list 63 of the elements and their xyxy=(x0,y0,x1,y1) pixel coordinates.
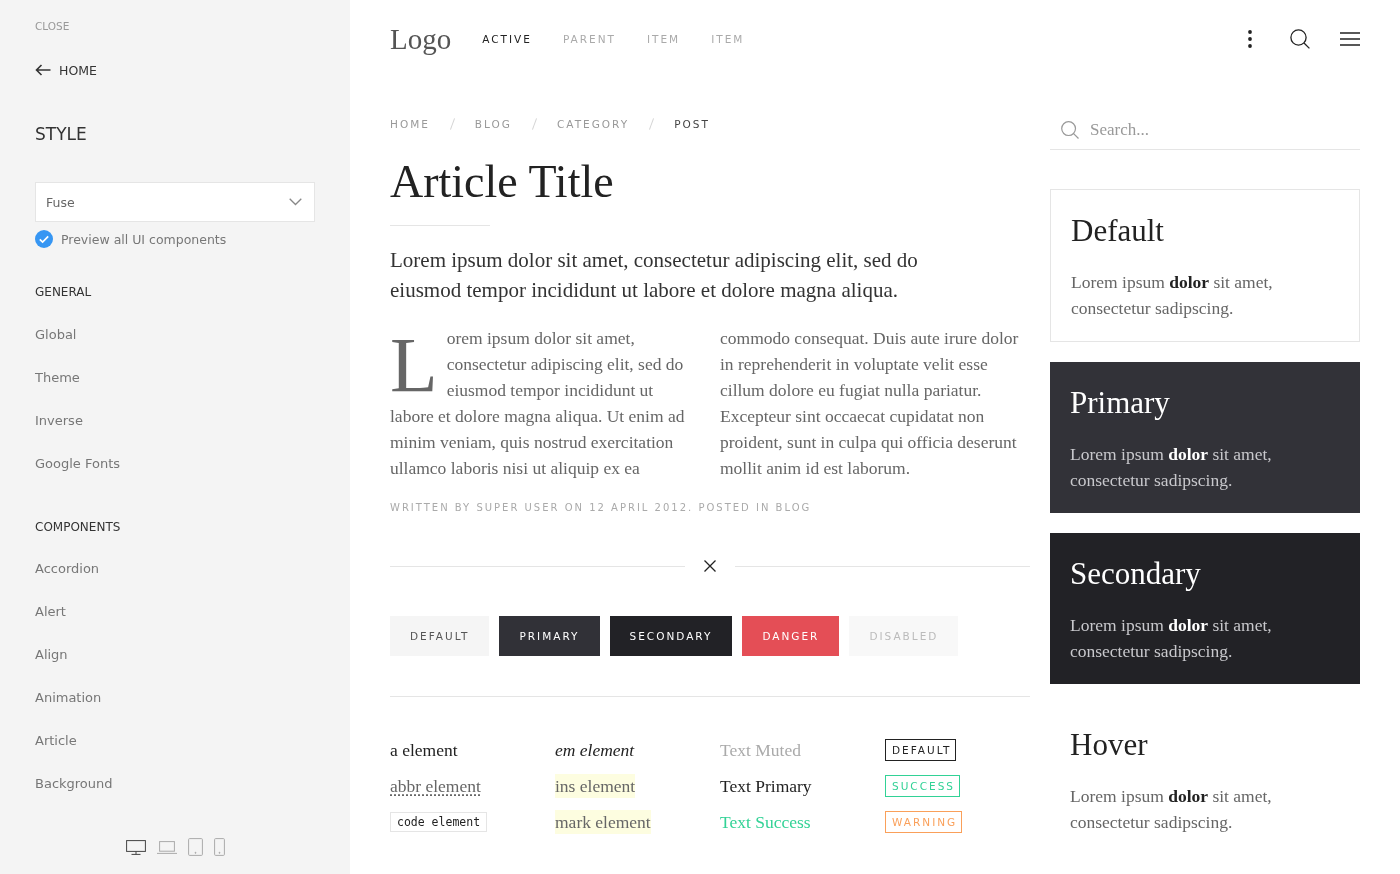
breadcrumb-link[interactable]: BLOG xyxy=(474,118,512,130)
lead-paragraph: Lorem ipsum dolor sit amet, consectetur adipiscing elit, sed do eiusmod tempor incididunt ut labore et dolore magna aliqua. xyxy=(390,247,919,304)
abbr-text: abbr element xyxy=(390,775,481,798)
card-title: Default xyxy=(1071,212,1165,250)
sidebar-link[interactable]: Inverse xyxy=(35,412,83,428)
primary-button[interactable]: PRIMARY xyxy=(499,616,600,656)
muted-text: Text Muted xyxy=(720,739,801,762)
success-text: Text Success xyxy=(720,811,811,834)
card-text: Lorem ipsum dolor sit amet, consectetur sadipscing. xyxy=(1070,785,1273,834)
back-arrow-icon xyxy=(35,64,51,76)
sidebar-link[interactable]: Background xyxy=(35,776,113,791)
inserted-text: ins element xyxy=(555,774,636,798)
menu-icon[interactable] xyxy=(1340,32,1360,46)
sidebar-link[interactable]: Theme xyxy=(35,369,80,385)
secondary-button[interactable]: SECONDARY xyxy=(609,616,733,656)
default-label: DEFAULT xyxy=(885,739,957,761)
sidebar-link[interactable]: Alert xyxy=(35,604,66,619)
style-select[interactable]: Fuse xyxy=(35,182,315,222)
checkbox-label: Preview all UI components xyxy=(61,231,227,247)
more-icon[interactable] xyxy=(1248,30,1252,48)
card-title: Hover xyxy=(1070,726,1149,764)
sidebar-link[interactable]: Global xyxy=(35,326,77,342)
highlighted-text: mark element xyxy=(555,810,651,834)
default-button[interactable]: DEFAULT xyxy=(390,616,490,656)
checkbox[interactable] xyxy=(35,230,53,248)
sidebar-link[interactable]: Google Fonts xyxy=(35,455,121,471)
nav-link[interactable]: PARENT xyxy=(562,33,616,45)
nav-link[interactable]: ITEM xyxy=(711,33,745,45)
code-snippet: code element xyxy=(390,812,488,832)
emphasis-text: em element xyxy=(555,739,635,762)
text-link[interactable]: a element xyxy=(390,738,458,762)
breadcrumb-link[interactable]: HOME xyxy=(390,118,430,130)
section-heading: GENERAL xyxy=(35,284,92,301)
chevron-down-icon xyxy=(289,198,302,206)
card-text: Lorem ipsum dolor sit amet, consectetur sadipscing. xyxy=(1070,614,1273,663)
danger-button[interactable]: DANGER xyxy=(742,616,840,656)
section-heading: COMPONENTS xyxy=(35,518,121,536)
sidebar-link[interactable]: Animation xyxy=(35,690,102,705)
card-title: Secondary xyxy=(1070,555,1202,593)
primary-text: Text Primary xyxy=(720,775,812,798)
sidebar-link[interactable]: Accordion xyxy=(35,561,100,576)
sidebar-link[interactable]: Align xyxy=(35,647,68,662)
home-link[interactable]: HOME xyxy=(35,60,97,80)
style-heading: STYLE xyxy=(35,123,87,146)
desktop-icon[interactable] xyxy=(125,839,146,855)
close-link[interactable]: CLOSE xyxy=(35,18,70,34)
nav-link[interactable]: ACTIVE xyxy=(482,33,532,45)
nav-link[interactable]: ITEM xyxy=(646,33,681,45)
warning-label: WARNING xyxy=(885,811,963,833)
breadcrumb-current: POST xyxy=(674,118,710,130)
card-text: Lorem ipsum dolor sit amet, consectetur sadipscing. xyxy=(1070,443,1273,492)
search-icon[interactable] xyxy=(1290,29,1310,49)
cross-icon xyxy=(704,560,716,572)
card-title: Primary xyxy=(1070,384,1171,422)
breadcrumb-link[interactable]: CATEGORY xyxy=(556,118,630,130)
success-label: SUCCESS xyxy=(885,775,960,797)
search-icon xyxy=(1061,121,1079,139)
sidebar-link[interactable]: Article xyxy=(35,733,77,748)
search-field[interactable]: Search... xyxy=(1050,110,1360,150)
logo[interactable]: Logo xyxy=(390,22,452,56)
article-title: Article Title xyxy=(390,155,615,209)
article-meta: WRITTEN BY SUPER USER ON 12 APRIL 2012. POSTED IN BLOG xyxy=(390,501,813,515)
card-text: Lorem ipsum dolor sit amet, consectetur sadipscing. xyxy=(1071,271,1274,320)
